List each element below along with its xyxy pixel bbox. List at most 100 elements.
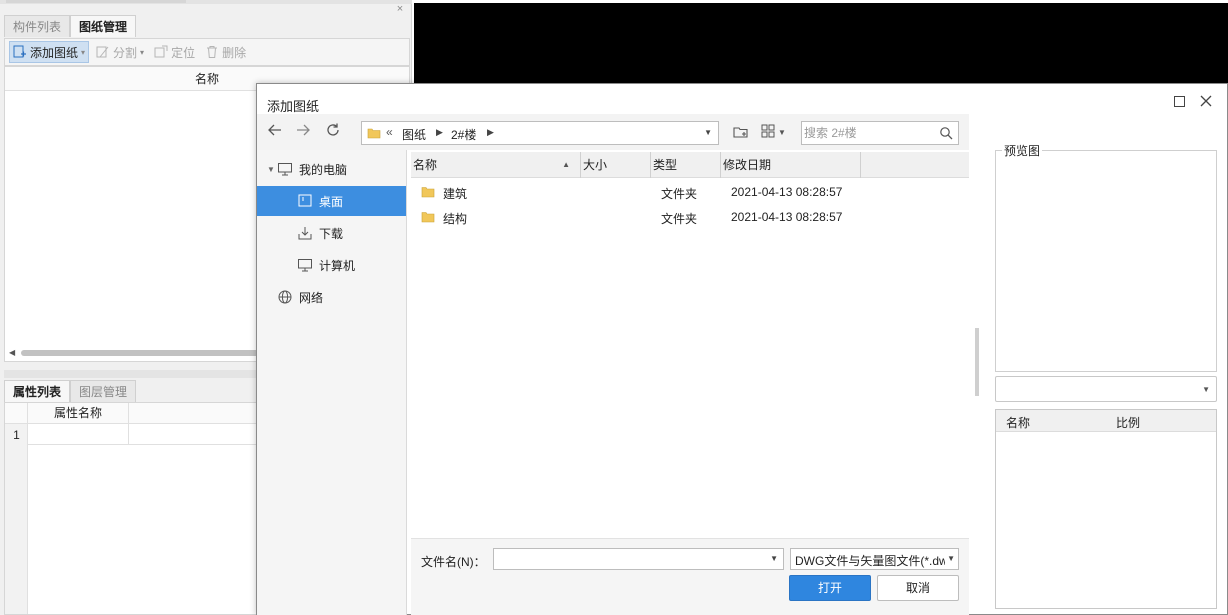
column-header-type[interactable]: 类型 — [651, 152, 721, 178]
tab-drawing-management[interactable]: 图纸管理 — [70, 15, 137, 37]
top-tabbar: 构件列表 图纸管理 — [4, 15, 137, 37]
column-header-size[interactable]: 大小 — [581, 152, 651, 178]
chevron-down-icon[interactable]: ▼ — [770, 554, 778, 563]
file-modified: 2021-04-13 08:28:57 — [731, 210, 843, 224]
add-drawing-icon — [13, 45, 27, 59]
folder-icon — [421, 210, 435, 227]
nav-item-computer[interactable]: 计算机 — [257, 250, 406, 280]
chevron-right-icon[interactable]: ▶ — [487, 127, 494, 138]
computer-icon — [277, 161, 293, 177]
folder-icon — [421, 185, 435, 202]
trash-icon — [205, 45, 219, 59]
new-folder-icon[interactable] — [733, 124, 749, 143]
view-mode-button[interactable]: ▼ — [761, 124, 786, 141]
monitor-icon — [297, 257, 313, 273]
delete-button[interactable]: 删除 — [202, 41, 249, 63]
refresh-icon[interactable] — [323, 122, 343, 142]
tab-property-list[interactable]: 属性列表 — [4, 380, 71, 402]
file-type-filter-value: DWG文件与矢量图文件(*.dwg — [795, 554, 945, 568]
dialog-footer: 文件名(N)： ▼ DWG文件与矢量图文件(*.dwg ▼ 打开 取消 — [411, 538, 969, 615]
add-drawing-button[interactable]: 添加图纸 ▾ — [9, 41, 90, 63]
add-drawing-dialog: 添加图纸 « 图纸 ▶ 2#楼 ▶ ▼ ▼ 搜索 2#楼 ▼ 我的电脑 桌面 下… — [256, 83, 1228, 615]
file-list[interactable]: 名称 ▲ 大小 类型 修改日期 建筑 文件夹 2021-04-13 08:28:… — [411, 150, 969, 538]
property-name-header[interactable]: 属性名称 — [28, 403, 129, 424]
expand-icon[interactable]: ▼ — [267, 165, 277, 174]
locate-button[interactable]: 定位 — [151, 41, 198, 63]
drawing-canvas[interactable] — [414, 3, 1228, 83]
file-type: 文件夹 — [661, 187, 698, 201]
file-row[interactable]: 结构 文件夹 2021-04-13 08:28:57 — [411, 205, 969, 230]
nav-item-label: 下载 — [319, 226, 344, 241]
tab-layer-management[interactable]: 图层管理 — [70, 380, 137, 402]
navigation-pane: ▼ 我的电脑 桌面 下载 计算机 网络 — [257, 150, 407, 615]
nav-item-downloads[interactable]: 下载 — [257, 218, 406, 248]
column-label: 名称 — [413, 158, 438, 172]
maximize-icon[interactable] — [1174, 96, 1185, 107]
nav-item-label: 我的电脑 — [299, 162, 348, 177]
column-header-name[interactable]: 名称 ▲ — [411, 152, 581, 178]
filename-label: 文件名(N)： — [421, 555, 486, 569]
drawing-toolbar: 添加图纸 ▾ 分割 ▾ 定位 删除 — [4, 38, 410, 66]
delete-label: 删除 — [222, 45, 247, 60]
property-name-cell[interactable] — [28, 424, 129, 445]
filename-input[interactable] — [497, 551, 767, 567]
address-bar[interactable]: « 图纸 ▶ 2#楼 ▶ ▼ — [361, 121, 719, 145]
open-button[interactable]: 打开 — [789, 575, 871, 601]
split-icon — [96, 45, 110, 59]
row-number-column — [5, 424, 28, 614]
desktop-icon — [297, 193, 313, 209]
scale-column-name[interactable]: 名称 — [1006, 414, 1030, 431]
nav-item-network[interactable]: 网络 — [257, 282, 406, 312]
search-icon[interactable] — [939, 126, 953, 143]
locate-icon — [154, 45, 168, 59]
network-icon — [277, 289, 293, 305]
back-arrow-icon[interactable] — [265, 122, 285, 142]
dialog-title: 添加图纸 — [267, 99, 320, 114]
breadcrumb-item[interactable]: 图纸 — [402, 126, 426, 143]
scale-dropdown[interactable]: ▼ — [995, 376, 1217, 402]
nav-item-label: 计算机 — [319, 258, 356, 273]
scrollbar-thumb[interactable] — [21, 350, 261, 356]
bottom-tabbar: 属性列表 图层管理 — [4, 380, 137, 402]
preview-label: 预览图 — [1002, 142, 1043, 159]
download-icon — [297, 225, 313, 241]
address-bar-row: « 图纸 ▶ 2#楼 ▶ ▼ ▼ — [257, 114, 969, 150]
chevron-down-icon[interactable]: ▼ — [947, 554, 955, 563]
file-row[interactable]: 建筑 文件夹 2021-04-13 08:28:57 — [411, 180, 969, 205]
chevron-down-icon[interactable]: ▾ — [140, 48, 144, 57]
file-modified: 2021-04-13 08:28:57 — [731, 185, 843, 199]
row-number-header — [5, 403, 28, 424]
breadcrumb-item[interactable]: 2#楼 — [451, 126, 476, 143]
vertical-scrollbar[interactable] — [975, 328, 979, 396]
folder-icon — [367, 126, 381, 143]
tab-component-list[interactable]: 构件列表 — [4, 15, 71, 37]
locate-label: 定位 — [171, 45, 196, 60]
chevron-down-icon[interactable]: ▾ — [81, 48, 85, 57]
search-field[interactable] — [801, 121, 959, 145]
nav-item-label: 网络 — [299, 290, 324, 305]
close-icon[interactable] — [1197, 92, 1215, 110]
panel-close-button[interactable]: × — [394, 3, 406, 15]
file-name: 结构 — [443, 212, 468, 226]
forward-arrow-icon[interactable] — [293, 122, 313, 142]
grid-icon — [761, 124, 775, 141]
chevron-down-icon[interactable]: ▼ — [778, 128, 786, 137]
chevron-down-icon[interactable]: ▼ — [1202, 385, 1210, 394]
cancel-button[interactable]: 取消 — [877, 575, 959, 601]
breadcrumb-overflow-icon[interactable]: « — [386, 125, 393, 139]
chevron-down-icon[interactable]: ▼ — [704, 128, 712, 137]
nav-item-desktop[interactable]: 桌面 — [257, 186, 406, 216]
scale-column-ratio[interactable]: 比例 — [1116, 414, 1140, 431]
split-label: 分割 — [113, 45, 138, 60]
file-type-filter[interactable]: DWG文件与矢量图文件(*.dwg ▼ — [790, 548, 959, 570]
sort-ascending-icon: ▲ — [562, 160, 570, 169]
column-header-modified[interactable]: 修改日期 — [721, 152, 861, 178]
filename-combobox[interactable]: ▼ — [493, 548, 784, 570]
scroll-left-icon[interactable]: ◀ — [9, 348, 15, 357]
chevron-right-icon[interactable]: ▶ — [436, 127, 443, 138]
split-button[interactable]: 分割 ▾ — [93, 41, 147, 63]
nav-item-label: 桌面 — [319, 194, 344, 209]
search-input[interactable] — [804, 124, 934, 142]
nav-item-my-computer[interactable]: ▼ 我的电脑 — [257, 154, 406, 184]
file-type: 文件夹 — [661, 212, 698, 226]
